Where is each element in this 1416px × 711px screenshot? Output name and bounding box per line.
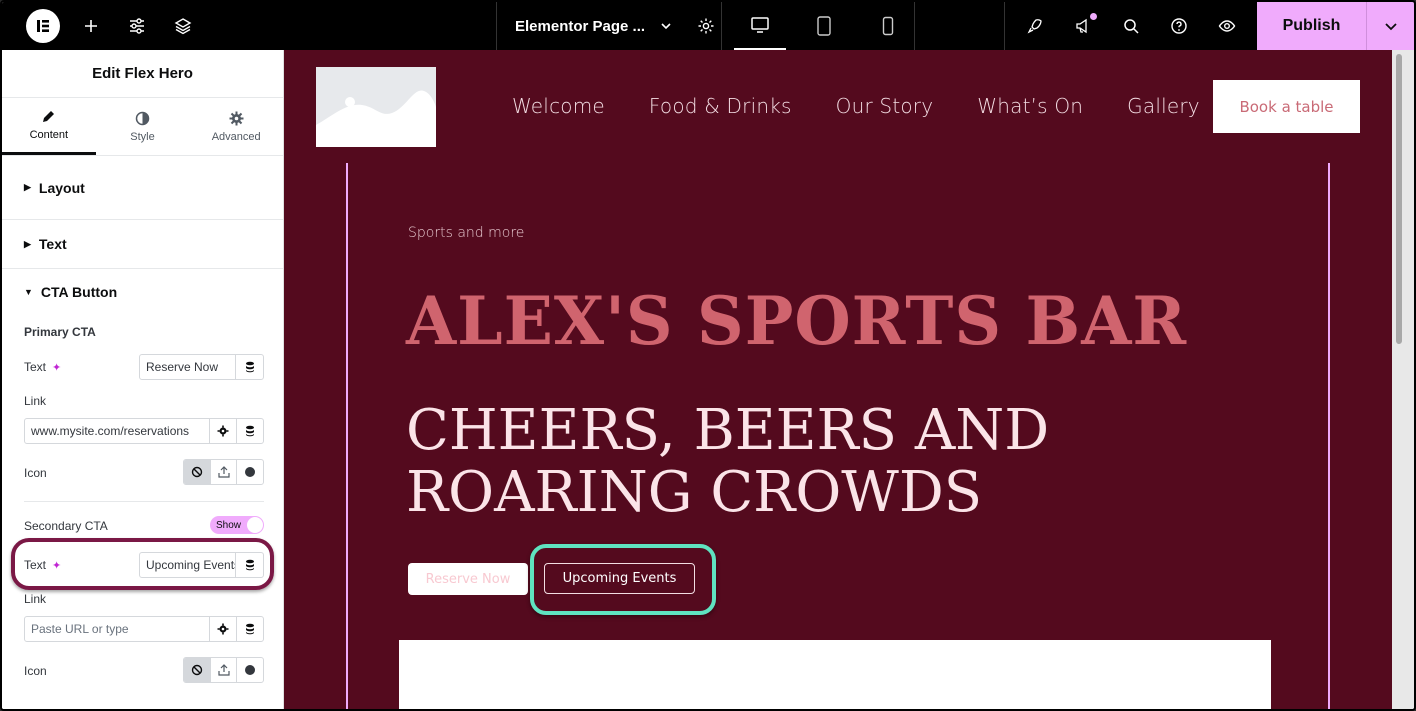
document-title-text: Elementor Page ... (515, 17, 646, 35)
editor-window: Elementor Page ... Publish Edit Flex Her… (0, 0, 1416, 711)
scrollbar-thumb[interactable] (1396, 54, 1402, 344)
link-options-gear-icon[interactable] (209, 617, 236, 641)
secondary-link-label: Link (24, 592, 47, 606)
nav-welcome[interactable]: Welcome (512, 94, 605, 118)
primary-link-input[interactable]: www.mysite.com/reservations (24, 418, 264, 444)
link-options-gear-icon[interactable] (209, 419, 236, 443)
content-block (399, 640, 1271, 709)
ai-sparkle-icon[interactable]: ✦ (52, 361, 61, 374)
dynamic-tags-icon[interactable] (235, 355, 263, 379)
tab-style-label: Style (130, 130, 155, 143)
tab-advanced[interactable]: Advanced (189, 98, 283, 155)
section-text-label: Text (38, 236, 67, 252)
hero-title: ALEX'S SPORTS BAR (406, 282, 1188, 360)
responsive-device-switcher (722, 2, 915, 50)
primary-cta-heading: Primary CTA (24, 325, 96, 339)
primary-icon-label: Icon (24, 466, 47, 480)
half-circle-icon (135, 111, 150, 125)
tab-advanced-label: Advanced (211, 130, 261, 143)
section-text[interactable]: ▶ Text (2, 220, 283, 269)
annotation-highlight-secondary-button (530, 544, 716, 615)
nav-gallery[interactable]: Gallery (1127, 94, 1200, 118)
publish-options-chevron-icon[interactable] (1366, 2, 1414, 50)
elementor-logo-icon[interactable] (26, 9, 60, 43)
site-nav: Welcome Food & Drinks Our Story What’s O… (512, 94, 1200, 118)
primary-link-label: Link (24, 394, 47, 408)
chevron-down-icon[interactable] (659, 19, 673, 33)
tab-style[interactable]: Style (96, 98, 190, 155)
notification-dot (1090, 13, 1097, 20)
toggle-label: Show (216, 519, 242, 531)
panel-title: Edit Flex Hero (2, 50, 283, 98)
search-icon[interactable] (1107, 2, 1155, 50)
secondary-cta-heading: Secondary CTA (24, 519, 108, 533)
icon-library-icon[interactable] (236, 460, 263, 484)
tab-content[interactable]: Content (2, 98, 96, 155)
page-settings-gear-icon[interactable] (697, 17, 715, 35)
upload-svg-icon[interactable] (209, 460, 237, 484)
add-icon[interactable] (68, 2, 114, 50)
no-icon-icon[interactable] (184, 460, 210, 484)
toggle-knob (247, 517, 263, 533)
annotation-highlight-secondary-text (11, 538, 274, 590)
primary-icon-choices (183, 459, 264, 485)
section-layout-label: Layout (38, 179, 85, 196)
dynamic-tags-icon[interactable] (236, 617, 263, 641)
top-bar-right-tools (1004, 2, 1251, 50)
primary-text-input[interactable]: Reserve Now (139, 354, 264, 380)
no-icon-icon[interactable] (184, 658, 210, 682)
hero-eyebrow: Sports and more (408, 225, 525, 241)
editor-panel: Edit Flex Hero Content Style Advanced ▶ … (2, 50, 284, 709)
top-bar: Elementor Page ... Publish (2, 2, 1414, 50)
canvas-scrollbar[interactable] (1392, 50, 1414, 709)
caret-right-icon: ▶ (24, 182, 31, 192)
desktop-icon[interactable] (734, 2, 786, 50)
divider (24, 501, 264, 502)
secondary-icon-choices (183, 657, 264, 683)
section-layout[interactable]: ▶ Layout (2, 156, 283, 220)
nav-food-drinks[interactable]: Food & Drinks (649, 94, 792, 118)
caret-right-icon: ▶ (24, 238, 31, 249)
caret-down-icon: ▼ (24, 287, 33, 297)
section-cta-button[interactable]: ▼ CTA Button (2, 269, 283, 315)
tab-content-label: Content (29, 129, 69, 141)
container-guide-right (1328, 163, 1330, 709)
container-guide-left (346, 163, 348, 709)
secondary-link-placeholder[interactable]: Paste URL or type (25, 617, 209, 641)
primary-link-value[interactable]: www.mysite.com/reservations (25, 419, 209, 443)
layers-icon[interactable] (160, 2, 206, 50)
page-canvas[interactable]: Welcome Food & Drinks Our Story What’s O… (284, 50, 1392, 709)
tablet-icon[interactable] (798, 2, 850, 50)
icon-library-icon[interactable] (236, 658, 263, 682)
section-cta-label: CTA Button (40, 284, 118, 300)
hero-subtitle: CHEERS, BEERS AND ROARING CROWDS (406, 398, 1050, 525)
dynamic-tags-icon[interactable] (236, 419, 263, 443)
book-table-button[interactable]: Book a table (1213, 80, 1360, 133)
publish-button[interactable]: Publish (1257, 2, 1366, 50)
rocket-icon[interactable] (1011, 2, 1059, 50)
panel-tabs: Content Style Advanced (2, 98, 283, 156)
secondary-cta-toggle[interactable]: Show (210, 516, 264, 534)
nav-our-story[interactable]: Our Story (836, 94, 934, 118)
nav-whats-on[interactable]: What’s On (977, 94, 1083, 118)
help-icon[interactable] (1155, 2, 1203, 50)
gear-icon (229, 111, 244, 125)
eye-icon[interactable] (1203, 2, 1251, 50)
primary-text-label: Text (24, 360, 47, 374)
megaphone-icon[interactable] (1059, 2, 1107, 50)
site-logo-placeholder-image[interactable] (316, 67, 436, 147)
document-title[interactable]: Elementor Page ... (496, 2, 722, 50)
secondary-icon-label: Icon (24, 664, 47, 678)
mobile-icon[interactable] (862, 2, 914, 50)
reserve-now-button[interactable]: Reserve Now (408, 563, 528, 595)
upload-svg-icon[interactable] (209, 658, 237, 682)
pencil-icon (43, 111, 55, 122)
primary-text-value[interactable]: Reserve Now (140, 355, 235, 379)
secondary-link-input[interactable]: Paste URL or type (24, 616, 264, 642)
settings-sliders-icon[interactable] (114, 2, 160, 50)
